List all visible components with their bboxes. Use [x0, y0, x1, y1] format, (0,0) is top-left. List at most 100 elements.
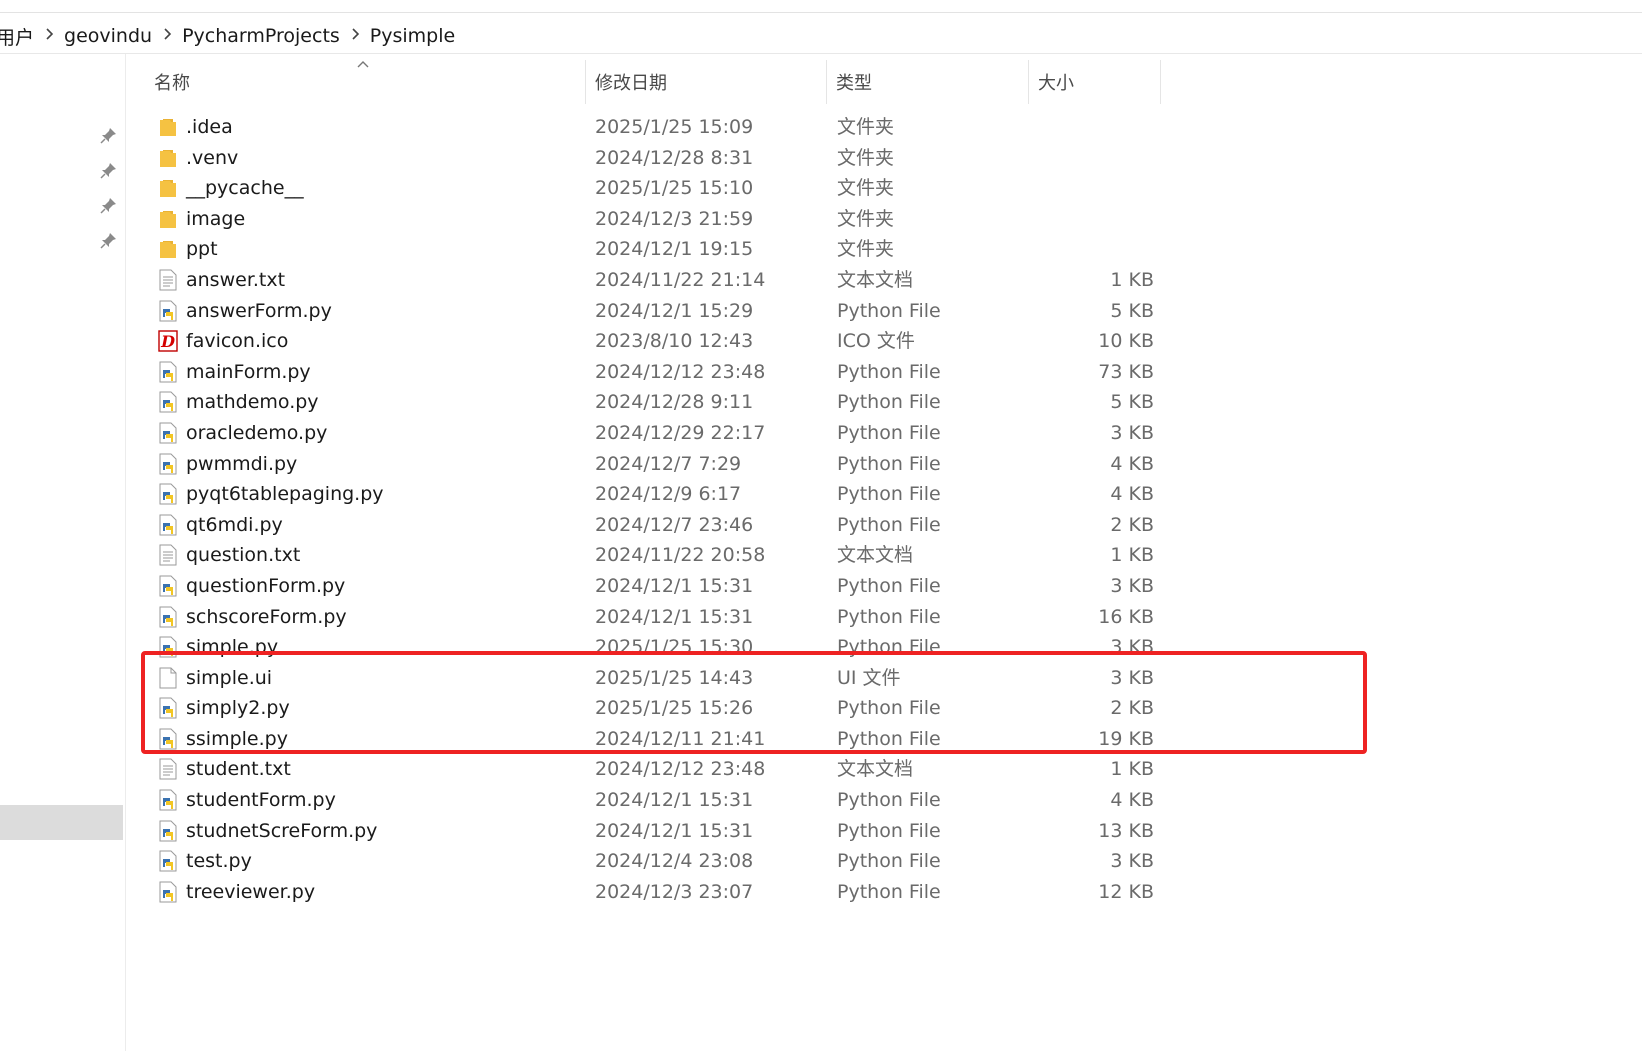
- pin-icon[interactable]: [100, 196, 118, 214]
- column-divider[interactable]: [585, 60, 586, 104]
- file-size: 1 KB: [1110, 544, 1154, 567]
- file-row[interactable]: image 2024/12/3 21:59 文件夹: [150, 203, 1170, 234]
- file-row[interactable]: simple.ui 2025/1/25 14:43 UI 文件 3 KB: [150, 662, 1170, 693]
- file-date: 2024/12/3 21:59: [595, 207, 754, 230]
- folder-icon: [158, 116, 178, 138]
- file-type: Python File: [837, 483, 941, 506]
- text-file-icon: [158, 758, 178, 780]
- folder-icon: [158, 177, 178, 199]
- file-row[interactable]: studnetScreForm.py 2024/12/1 15:31 Python …: [150, 815, 1170, 846]
- file-name: answerForm.py: [186, 299, 332, 322]
- column-header-date[interactable]: 修改日期: [595, 60, 825, 104]
- chevron-right-icon[interactable]: [154, 28, 180, 44]
- python-file-icon: [158, 453, 178, 475]
- file-date: 2024/12/12 23:48: [595, 758, 766, 781]
- breadcrumb-item-pysimple[interactable]: Pysimple: [368, 25, 457, 47]
- file-row[interactable]: question.txt 2024/11/22 20:58 文本文档 1 KB: [150, 539, 1170, 570]
- file-size: 5 KB: [1110, 391, 1154, 414]
- file-row[interactable]: treeviewer.py 2024/12/3 23:07 Python File 1…: [150, 876, 1170, 907]
- file-name: __pycache__: [186, 177, 304, 200]
- file-type: 文本文档: [837, 268, 914, 291]
- file-name: qt6mdi.py: [186, 513, 283, 536]
- file-row[interactable]: mainForm.py 2024/12/12 23:48 Python File 73…: [150, 356, 1170, 387]
- nav-selected-item[interactable]: [0, 805, 123, 840]
- file-type: Python File: [837, 513, 941, 536]
- file-row[interactable]: pwmmdi.py 2024/12/7 7:29 Python File 4 KB: [150, 448, 1170, 479]
- column-header-type[interactable]: 类型: [836, 60, 1026, 104]
- file-size: 12 KB: [1098, 880, 1154, 903]
- file-type: Python File: [837, 850, 941, 873]
- file-name: studnetScreForm.py: [186, 819, 378, 842]
- file-size: 2 KB: [1110, 513, 1154, 536]
- file-row[interactable]: ssimple.py 2024/12/11 21:41 Python File 19 …: [150, 723, 1170, 754]
- file-name: .idea: [186, 116, 233, 138]
- file-date: 2024/12/28 8:31: [595, 146, 754, 169]
- pin-icon[interactable]: [100, 126, 118, 144]
- title-bar: [0, 0, 1642, 13]
- file-row[interactable]: schscoreForm.py 2024/12/1 15:31 Python Fil…: [150, 601, 1170, 632]
- file-type: Python File: [837, 727, 941, 750]
- column-header-name[interactable]: 名称: [154, 60, 584, 104]
- file-row[interactable]: .idea 2025/1/25 15:09 文件夹: [150, 111, 1170, 142]
- file-row[interactable]: simple.py 2025/1/25 15:30 Python File 3 KB: [150, 631, 1170, 662]
- file-row[interactable]: pyqt6tablepaging.py 2024/12/9 6:17 Python …: [150, 478, 1170, 509]
- file-type: Python File: [837, 391, 941, 414]
- file-name: mathdemo.py: [186, 391, 319, 414]
- file-date: 2024/12/1 15:29: [595, 299, 754, 322]
- file-row[interactable]: __pycache__ 2025/1/25 15:10 文件夹: [150, 172, 1170, 203]
- file-name: student.txt: [186, 758, 291, 781]
- file-row[interactable]: mathdemo.py 2024/12/28 9:11 Python File 5 K…: [150, 386, 1170, 417]
- file-row[interactable]: simply2.py 2025/1/25 15:26 Python File 2 KB: [150, 692, 1170, 723]
- breadcrumb-item-pycharmprojects[interactable]: PycharmProjects: [180, 25, 342, 47]
- file-row[interactable]: .venv 2024/12/28 8:31 文件夹: [150, 142, 1170, 173]
- file-row[interactable]: answerForm.py 2024/12/1 15:29 Python File 5…: [150, 295, 1170, 326]
- text-file-icon: [158, 544, 178, 566]
- breadcrumb-item-users[interactable]: 用户: [0, 23, 36, 50]
- column-divider[interactable]: [1028, 60, 1029, 104]
- file-row[interactable]: qt6mdi.py 2024/12/7 23:46 Python File 2 KB: [150, 509, 1170, 540]
- file-type: Python File: [837, 880, 941, 903]
- python-file-icon: [158, 514, 178, 536]
- file-type: Python File: [837, 360, 941, 383]
- file-date: 2024/12/1 19:15: [595, 238, 754, 261]
- python-file-icon: [158, 820, 178, 842]
- file-row[interactable]: test.py 2024/12/4 23:08 Python File 3 KB: [150, 845, 1170, 876]
- python-file-icon: [158, 606, 178, 628]
- file-name: simple.py: [186, 636, 279, 659]
- file-date: 2024/12/1 15:31: [595, 819, 754, 842]
- svg-text:D: D: [160, 332, 175, 351]
- file-name: image: [186, 207, 246, 230]
- file-size: 4 KB: [1110, 452, 1154, 475]
- file-row[interactable]: questionForm.py 2024/12/1 15:31 Python Fil…: [150, 570, 1170, 601]
- column-divider[interactable]: [826, 60, 827, 104]
- file-name: question.txt: [186, 544, 301, 567]
- file-row[interactable]: student.txt 2024/12/12 23:48 文本文档 1 KB: [150, 753, 1170, 784]
- file-row[interactable]: answer.txt 2024/11/22 21:14 文本文档 1 KB: [150, 264, 1170, 295]
- file-type: Python File: [837, 299, 941, 322]
- pin-icon[interactable]: [100, 231, 118, 249]
- file-date: 2025/1/25 15:09: [595, 116, 754, 138]
- file-type: Python File: [837, 636, 941, 659]
- file-row[interactable]: Dfavicon.ico 2023/8/10 12:43 ICO 文件 10 KB: [150, 325, 1170, 356]
- chevron-right-icon[interactable]: [36, 28, 62, 44]
- column-header-size[interactable]: 大小: [1038, 60, 1158, 104]
- chevron-right-icon[interactable]: [342, 28, 368, 44]
- python-file-icon: [158, 697, 178, 719]
- file-name: oracledemo.py: [186, 421, 328, 444]
- file-size: 1 KB: [1110, 758, 1154, 781]
- column-divider[interactable]: [1160, 60, 1161, 104]
- file-row[interactable]: oracledemo.py 2024/12/29 22:17 Python File…: [150, 417, 1170, 448]
- file-row[interactable]: ppt 2024/12/1 19:15 文件夹: [150, 233, 1170, 264]
- file-row[interactable]: studentForm.py 2024/12/1 15:31 Python File…: [150, 784, 1170, 815]
- python-file-icon: [158, 789, 178, 811]
- file-name: treeviewer.py: [186, 880, 316, 903]
- file-date: 2025/1/25 14:43: [595, 666, 754, 689]
- pin-icon[interactable]: [100, 161, 118, 179]
- file-name: answer.txt: [186, 268, 286, 291]
- file-date: 2024/12/1 15:31: [595, 574, 754, 597]
- file-type: 文件夹: [837, 207, 895, 230]
- breadcrumb-item-geovindu[interactable]: geovindu: [62, 25, 154, 47]
- python-file-icon: [158, 850, 178, 872]
- file-name: schscoreForm.py: [186, 605, 347, 628]
- blank-file-icon: [158, 667, 178, 689]
